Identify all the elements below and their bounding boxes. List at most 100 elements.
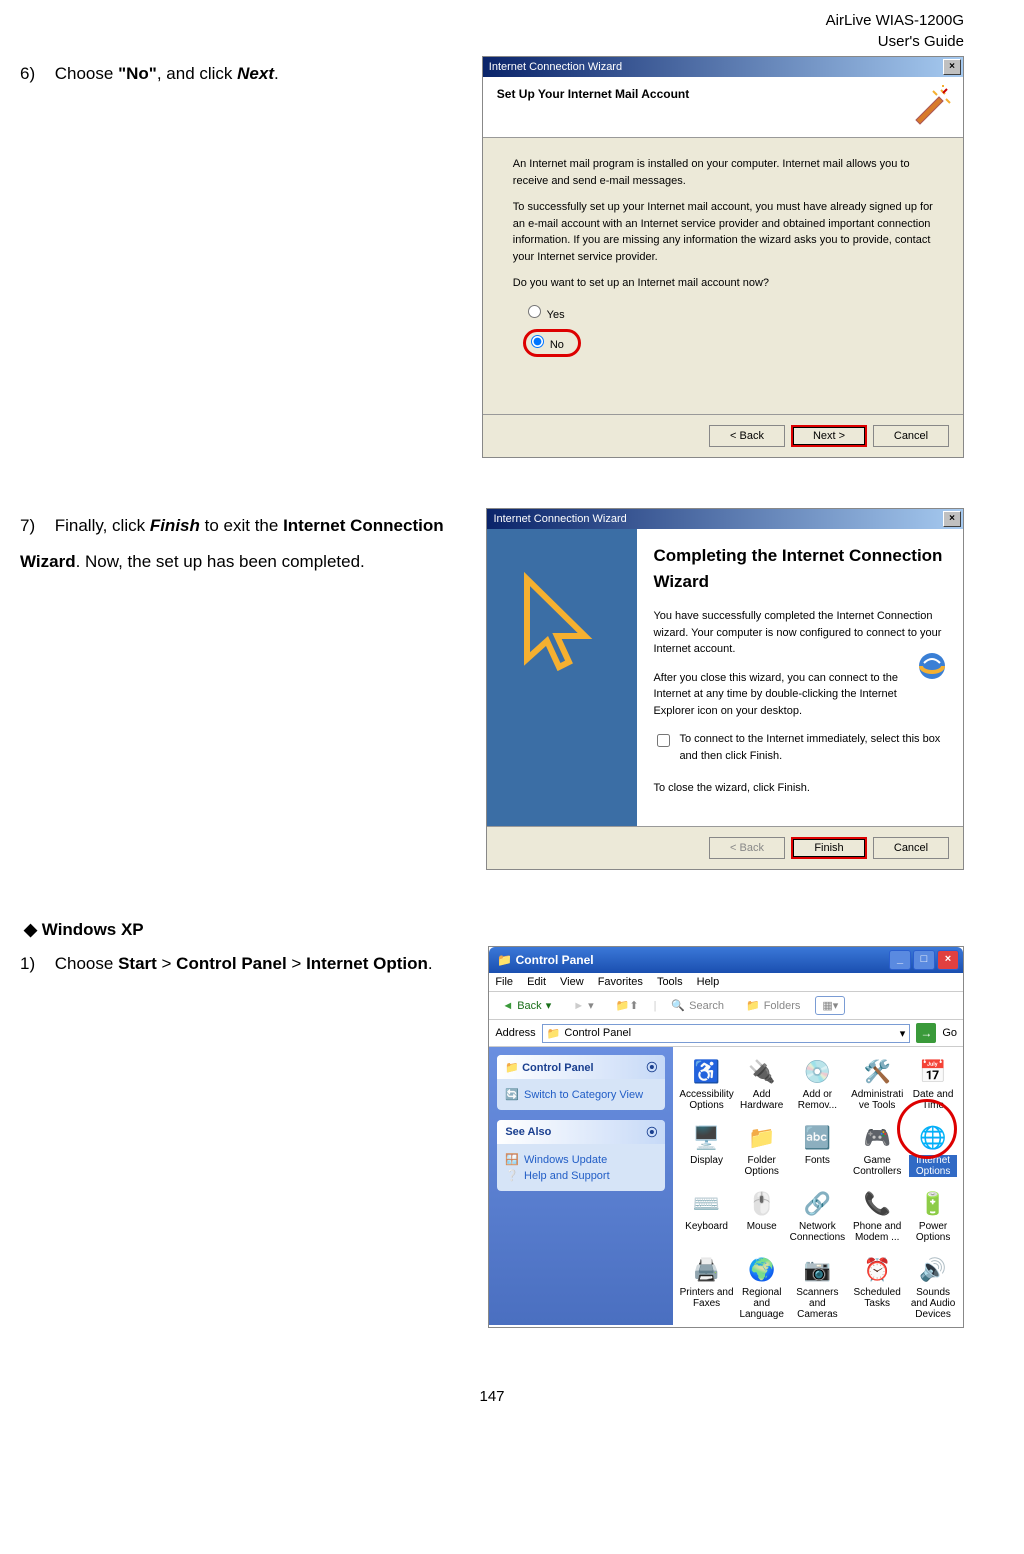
cp-item-icon: 🔤 [802,1123,832,1153]
cp-item[interactable]: 🖥️ Display [679,1123,733,1177]
cursor-arrow-icon [507,569,617,699]
cp-item[interactable]: 🖱️Mouse [738,1189,786,1243]
cp-item[interactable]: 📷Scanners and Cameras [790,1255,846,1325]
wizard-right-pane: Completing the Internet Connection Wizar… [637,529,963,869]
cp-item-label: Fonts [805,1155,830,1166]
toolbar: ◄ Back ▾ ► ▾ 📁⬆ | 🔍 Search 📁 Folders ▦▾ [489,992,963,1020]
cp-item[interactable]: 🖨️Printers and Faxes [679,1255,733,1325]
body-text: An Internet mail program is installed on… [513,156,933,189]
window-buttons: _ □ × [889,950,959,970]
cp-item-icon: 🔊 [918,1255,948,1285]
maximize-icon[interactable]: □ [913,950,935,970]
window-titlebar: Internet Connection Wizard × [483,57,963,77]
body-text: After you close this wizard, you can con… [653,670,947,720]
cp-item-icon: 🖥️ [692,1123,722,1153]
cp-item[interactable]: 📁Folder Options [738,1123,786,1177]
menu-item[interactable]: Tools [657,976,683,988]
radio-no-row-highlighted[interactable]: No [523,329,581,357]
cancel-button[interactable]: Cancel [873,425,949,447]
back-button[interactable]: < Back [709,425,785,447]
page-number: 147 [20,1388,964,1405]
step-6-text: 6) Choose "No", and click Next. [20,56,482,92]
dropdown-icon[interactable]: ▾ [900,1027,906,1040]
cp-item[interactable]: ⌨️Keyboard [679,1189,733,1243]
icons-grid: ♿Accessibility Options🔌Add Hardware💿Add … [673,1047,963,1325]
cp-item-icon: 🔗 [802,1189,832,1219]
cp-item-label: Scanners and Cameras [790,1287,846,1320]
cp-item-label: Folder Options [738,1155,786,1177]
finish-button-highlighted[interactable]: Finish [791,837,867,859]
cp-item-icon: 🖨️ [692,1255,722,1285]
minimize-icon[interactable]: _ [889,950,911,970]
search-button[interactable]: 🔍 Search [664,996,731,1015]
cp-item-icon: 🛠️ [862,1057,892,1087]
step-7-row: 7) Finally, click Finish to exit the Int… [20,508,964,870]
highlight-internet-options [897,1099,957,1159]
back-button[interactable]: ◄ Back ▾ [495,996,558,1015]
wizard-main: Completing the Internet Connection Wizar… [487,529,963,869]
cp-item-label: Add Hardware [738,1089,786,1111]
menu-item[interactable]: File [495,976,513,988]
cp-item-label: Display [690,1155,723,1166]
menu-item[interactable]: View [560,976,584,988]
cp-item[interactable]: 🌍Regional and Language ... [738,1255,786,1325]
cp-item-label: Regional and Language ... [738,1287,786,1325]
go-button[interactable]: → [916,1023,936,1043]
cp-item-icon: 🖱️ [747,1189,777,1219]
radio-no[interactable] [531,335,544,348]
cp-item[interactable]: 🔤 Fonts [790,1123,846,1177]
connect-now-checkbox[interactable] [657,734,670,747]
folders-button[interactable]: 📁 Folders [739,996,807,1015]
cp-item-label: Phone and Modem ... [849,1221,905,1243]
radio-yes-row[interactable]: Yes [523,302,933,324]
collapse-icon[interactable]: ⦿ [646,1124,657,1140]
sidebar-link[interactable]: 🔄Switch to Category View [505,1088,657,1101]
close-icon[interactable]: × [943,511,961,527]
window-title: Internet Connection Wizard [493,513,626,525]
sidebar-box: 📁 Control Panel ⦿ 🔄Switch to Category Vi… [497,1055,665,1110]
cp-item[interactable]: 📞Phone and Modem ... [849,1189,905,1243]
menu-item[interactable]: Favorites [598,976,643,988]
doc-type: User's Guide [20,31,964,52]
cancel-button[interactable]: Cancel [873,837,949,859]
cp-item-label: Add or Remov... [790,1089,846,1111]
cp-item[interactable]: ♿Accessibility Options [679,1057,733,1111]
cp-item[interactable]: 🛠️Administrative Tools [849,1057,905,1111]
forward-button[interactable]: ► ▾ [566,996,600,1015]
cp-item-icon: 📅 [918,1057,948,1087]
cp-item-icon: 💿 [802,1057,832,1087]
step-7-text: 7) Finally, click Finish to exit the Int… [20,508,486,579]
product-name: AirLive WIAS-1200G [20,10,964,31]
cp-item[interactable]: 🔌Add Hardware [738,1057,786,1111]
next-button-highlighted[interactable]: Next > [791,425,867,447]
body-text: Do you want to set up an Internet mail a… [513,275,933,292]
cp-item-icon: ♿ [692,1057,722,1087]
help-icon: ❔ [505,1169,519,1182]
menu-item[interactable]: Help [697,976,720,988]
cp-item-label: Power Options [909,1221,957,1243]
wizard-footer: < Back Next > Cancel [483,414,963,457]
cp-item-icon: 🎮 [862,1123,892,1153]
menu-item[interactable]: Edit [527,976,546,988]
wizard-footer: < Back Finish Cancel [487,826,963,869]
radio-yes[interactable] [528,305,541,318]
cp-item-label: Printers and Faxes [679,1287,733,1309]
cp-item[interactable]: 🔋Power Options [909,1189,957,1243]
cp-item-label: Keyboard [685,1221,728,1232]
close-icon[interactable]: × [943,59,961,75]
cp-item[interactable]: 🔗Network Connections [790,1189,846,1243]
collapse-icon[interactable]: ⦿ [646,1059,657,1075]
up-button[interactable]: 📁⬆ [609,996,646,1015]
cp-item-label: Scheduled Tasks [849,1287,905,1309]
sidebar-link[interactable]: ❔Help and Support [505,1169,657,1182]
views-button[interactable]: ▦▾ [815,996,845,1015]
address-bar: Address 📁 Control Panel ▾ → Go [489,1020,963,1047]
checkbox-row[interactable]: To connect to the Internet immediately, … [653,731,947,764]
cp-item[interactable]: ⏰Scheduled Tasks [849,1255,905,1325]
close-icon[interactable]: × [937,950,959,970]
cp-item[interactable]: 🔊Sounds and Audio Devices [909,1255,957,1325]
cp-item[interactable]: 💿Add or Remov... [790,1057,846,1111]
address-field[interactable]: 📁 Control Panel ▾ [542,1024,911,1043]
body-text: To close the wizard, click Finish. [653,780,947,797]
sidebar-link[interactable]: 🪟Windows Update [505,1153,657,1166]
